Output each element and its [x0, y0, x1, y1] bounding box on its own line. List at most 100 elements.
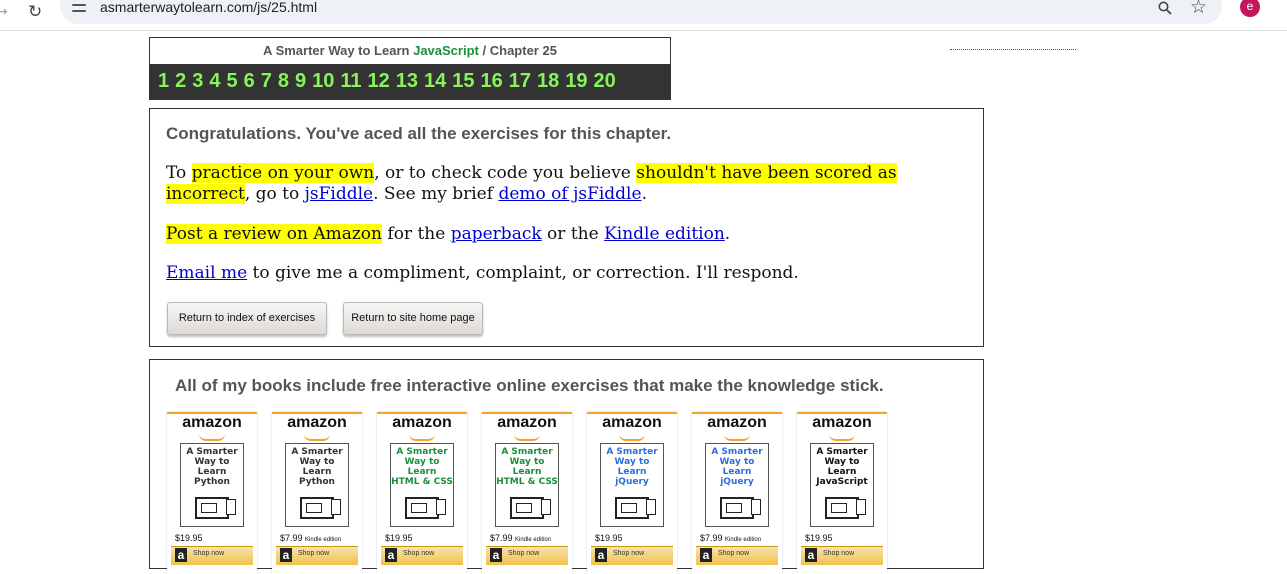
laptop-icon [825, 497, 859, 519]
chapter-link-12[interactable]: 12 [368, 70, 390, 92]
forward-arrow-icon[interactable]: → [0, 4, 8, 20]
chapter-link-5[interactable]: 5 [227, 70, 238, 92]
kindle-link[interactable]: Kindle edition [604, 224, 725, 244]
book-cover-title: A Smarter Way to Learn HTML & CSS [391, 447, 453, 487]
text: for the [382, 224, 451, 244]
book-ad[interactable]: amazon A Smarter Way to Learn jQuery $7.99 Ki… [692, 412, 782, 574]
chapter-header: A Smarter Way to Learn JavaScript / Chap… [149, 37, 671, 100]
cover-line: A Smarter [606, 447, 658, 457]
chapter-link-11[interactable]: 11 [340, 70, 361, 92]
chapter-link-8[interactable]: 8 [278, 70, 289, 92]
reload-icon[interactable]: ↻ [28, 2, 42, 22]
text: , go to [244, 184, 305, 204]
cover-line: Learn [407, 467, 437, 477]
site-info-icon[interactable] [72, 2, 86, 14]
cover-line: Way to [509, 457, 545, 467]
book-ad[interactable]: amazon A Smarter Way to Learn HTML & CSS $19.… [377, 412, 467, 574]
book-price: $19.95 [805, 533, 833, 543]
cover-line: Way to [824, 457, 860, 467]
book-price: $7.99 Kindle edition [280, 533, 341, 543]
address-bar[interactable]: asmarterwaytolearn.com/js/25.html ☆ [60, 0, 1222, 24]
text: To [166, 163, 192, 183]
amazon-logo: amazon [182, 414, 242, 431]
book-cover[interactable]: A Smarter Way to Learn JavaScript [810, 443, 874, 527]
book-price: $7.99 Kindle edition [700, 533, 761, 543]
chapter-link-10[interactable]: 10 [312, 70, 334, 92]
chapter-link-18[interactable]: 18 [537, 70, 559, 92]
return-home-button[interactable]: Return to site home page [343, 302, 483, 335]
chapter-link-1[interactable]: 1 [158, 70, 169, 92]
phone-icon [646, 499, 656, 515]
highlight-review: Post a review on Amazon [166, 224, 382, 244]
book-ad[interactable]: amazon A Smarter Way to Learn jQuery $19.95 a… [587, 412, 677, 574]
amazon-smile-icon [829, 434, 855, 441]
price-value: $19.95 [595, 533, 623, 543]
price-value: $7.99 [280, 533, 303, 543]
amazon-a-icon: a [490, 548, 502, 562]
chapter-link-4[interactable]: 4 [209, 70, 220, 92]
amazon-a-icon: a [280, 548, 292, 562]
chapter-link-14[interactable]: 14 [424, 70, 446, 92]
book-ad[interactable]: amazon A Smarter Way to Learn HTML & CSS $7.9… [482, 412, 572, 574]
book-ad[interactable]: amazon A Smarter Way to Learn Python $7.99 Ki… [272, 412, 362, 574]
highlight-practice: practice on your own [191, 163, 375, 183]
cover-line: A Smarter [501, 447, 553, 457]
book-title-prefix: A Smarter Way to Learn [263, 43, 410, 58]
cover-line: Python [299, 477, 335, 487]
book-cover[interactable]: A Smarter Way to Learn HTML & CSS [495, 443, 559, 527]
book-cover-title: A Smarter Way to Learn HTML & CSS [496, 447, 558, 487]
book-ad[interactable]: amazon A Smarter Way to Learn JavaScript $19.… [797, 412, 887, 574]
phone-icon [751, 499, 761, 515]
chapter-link-17[interactable]: 17 [509, 70, 531, 92]
chapter-link-7[interactable]: 7 [261, 70, 272, 92]
breadcrumb: A Smarter Way to Learn JavaScript / Chap… [150, 38, 670, 64]
cover-line: Learn [302, 467, 332, 477]
bookmark-star-icon[interactable]: ☆ [1190, 0, 1207, 17]
cover-line: A Smarter [816, 447, 868, 457]
return-index-button[interactable]: Return to index of exercises [167, 302, 327, 335]
book-cover[interactable]: A Smarter Way to Learn jQuery [600, 443, 664, 527]
review-paragraph: Post a review on Amazon for the paperbac… [166, 224, 966, 245]
chapter-link-13[interactable]: 13 [396, 70, 418, 92]
chapter-link-9[interactable]: 9 [295, 70, 306, 92]
book-cover[interactable]: A Smarter Way to Learn HTML & CSS [390, 443, 454, 527]
practice-paragraph: To practice on your own, or to check cod… [166, 163, 966, 205]
jsfiddle-link[interactable]: jsFiddle [305, 184, 374, 204]
book-cover-title: A Smarter Way to Learn jQuery [601, 447, 663, 487]
text: . [724, 224, 731, 244]
book-cover[interactable]: A Smarter Way to Learn jQuery [705, 443, 769, 527]
dotted-divider [950, 49, 1076, 50]
jsfiddle-demo-link[interactable]: demo of jsFiddle [498, 184, 641, 204]
book-cover[interactable]: A Smarter Way to Learn Python [180, 443, 244, 527]
chapter-link-20[interactable]: 20 [594, 70, 616, 92]
email-link[interactable]: Email me [166, 263, 247, 283]
profile-avatar[interactable]: e [1240, 0, 1260, 17]
chapter-link-3[interactable]: 3 [192, 70, 203, 92]
amazon-smile-icon [199, 434, 225, 441]
zoom-icon[interactable] [1158, 1, 1172, 15]
amazon-a-icon: a [175, 548, 187, 562]
url-text[interactable]: asmarterwaytolearn.com/js/25.html [100, 0, 317, 15]
book-ad[interactable]: amazon A Smarter Way to Learn Python $19.95 a… [167, 412, 257, 574]
phone-icon [856, 499, 866, 515]
chapter-link-2[interactable]: 2 [175, 70, 186, 92]
browser-toolbar: → ↻ asmarterwaytolearn.com/js/25.html ☆ … [0, 0, 1287, 31]
chapter-link-19[interactable]: 19 [565, 70, 587, 92]
paperback-link[interactable]: paperback [451, 224, 542, 244]
price-value: $19.95 [805, 533, 833, 543]
chapter-link-6[interactable]: 6 [244, 70, 255, 92]
text: or the [541, 224, 605, 244]
chapter-link-15[interactable]: 15 [452, 70, 474, 92]
chapter-link-16[interactable]: 16 [481, 70, 503, 92]
book-price: $19.95 [595, 533, 623, 543]
book-price: $7.99 Kindle edition [490, 533, 551, 543]
amazon-a-icon: a [595, 548, 607, 562]
laptop-icon [195, 497, 229, 519]
cover-line: Learn [197, 467, 227, 477]
cover-line: jQuery [615, 477, 649, 487]
book-cover-title: A Smarter Way to Learn jQuery [706, 447, 768, 487]
cover-line: Python [194, 477, 230, 487]
book-cover[interactable]: A Smarter Way to Learn Python [285, 443, 349, 527]
book-cover-title: A Smarter Way to Learn JavaScript [811, 447, 873, 487]
cover-line: Way to [404, 457, 440, 467]
